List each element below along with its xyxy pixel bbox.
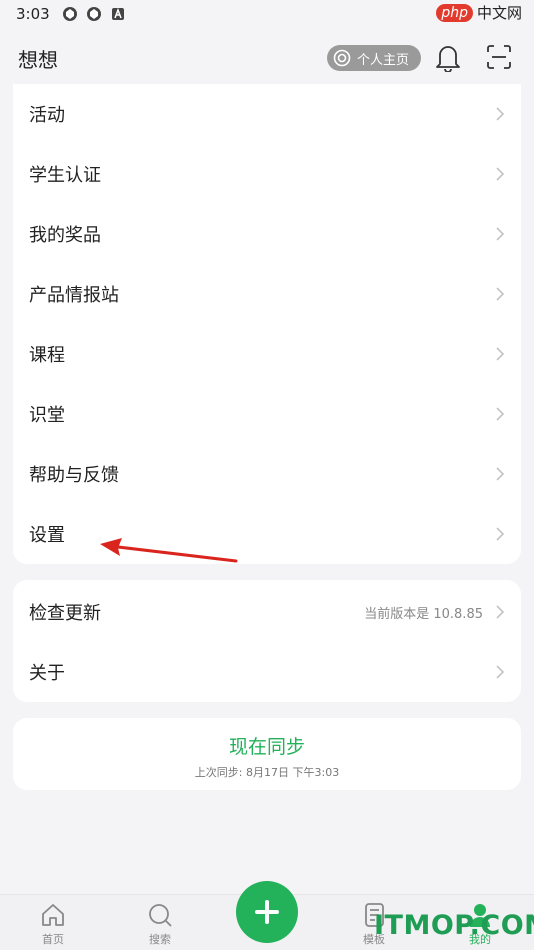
plus-icon [255, 900, 279, 924]
menu-item-student-verification[interactable]: 学生认证 [13, 144, 521, 204]
app-header: 想想 个人主页 [0, 28, 534, 88]
menu-item-check-update[interactable]: 检查更新 当前版本是 10.8.85 [13, 582, 521, 642]
chevron-right-icon [496, 107, 505, 121]
menu-item-my-prizes[interactable]: 我的奖品 [13, 204, 521, 264]
menu-item-about[interactable]: 关于 [13, 642, 521, 702]
menu-card-about: 检查更新 当前版本是 10.8.85 关于 [13, 580, 521, 702]
menu-item-label: 活动 [29, 105, 65, 126]
chevron-right-icon [496, 407, 505, 421]
menu-item-settings[interactable]: 设置 [13, 504, 521, 564]
app-notification-icon [86, 7, 101, 21]
menu-item-label: 我的奖品 [29, 225, 101, 246]
annotation-arrow-icon [100, 538, 238, 563]
tab-search[interactable]: 搜索 [130, 901, 190, 947]
menu-item-label: 检查更新 [29, 603, 101, 624]
chevron-right-icon [496, 665, 505, 679]
version-text: 当前版本是 10.8.85 [364, 606, 483, 622]
app-notification-icon [62, 7, 77, 21]
chevron-right-icon [496, 287, 505, 301]
menu-item-label: 学生认证 [29, 165, 101, 186]
last-sync-text: 上次同步: 8月17日 下午3:03 [194, 766, 340, 779]
menu-item-activity[interactable]: 活动 [13, 84, 521, 144]
menu-item-help-feedback[interactable]: 帮助与反馈 [13, 444, 521, 504]
add-button[interactable] [236, 881, 298, 943]
watermark-top: php 中文网 [436, 2, 522, 23]
chevron-right-icon [496, 467, 505, 481]
home-icon [42, 904, 64, 926]
watermark-cn: 中文网 [476, 4, 522, 22]
chevron-right-icon [496, 167, 505, 181]
profile-button-label: 个人主页 [357, 52, 410, 68]
tab-home[interactable]: 首页 [23, 901, 83, 947]
chevron-right-icon [496, 227, 505, 241]
watermark-php: php [436, 3, 473, 22]
menu-card-main: 活动 学生认证 我的奖品 产品情报站 课程 识堂 帮助与反馈 设置 [13, 84, 521, 564]
profile-icon [333, 49, 351, 67]
menu-item-label: 产品情报站 [29, 285, 119, 306]
bell-icon[interactable] [434, 42, 462, 72]
menu-item-label: 帮助与反馈 [29, 465, 119, 486]
a-letter-icon [111, 7, 124, 20]
menu-item-label: 关于 [29, 663, 65, 684]
chevron-right-icon [496, 605, 505, 619]
watermark-itmop: ITMOP.COM [374, 910, 534, 941]
menu-item-label: 识堂 [29, 405, 65, 426]
chevron-right-icon [496, 347, 505, 361]
menu-item-shitang[interactable]: 识堂 [13, 384, 521, 444]
search-icon [149, 904, 172, 927]
sync-now-button[interactable]: 现在同步 [13, 732, 521, 759]
tab-label: 首页 [42, 933, 64, 946]
status-time: 3:03 [16, 5, 50, 23]
tab-label: 搜索 [149, 933, 171, 946]
scan-icon[interactable] [486, 44, 512, 70]
status-bar: 3:03 php 中文网 [0, 0, 534, 28]
menu-item-courses[interactable]: 课程 [13, 324, 521, 384]
page-title: 想想 [18, 47, 58, 72]
chevron-right-icon [496, 527, 505, 541]
profile-button[interactable]: 个人主页 [327, 45, 422, 71]
sync-card[interactable]: 现在同步 上次同步: 8月17日 下午3:03 [13, 718, 521, 790]
menu-item-label: 课程 [29, 345, 65, 366]
menu-item-product-news[interactable]: 产品情报站 [13, 264, 521, 324]
menu-item-label: 设置 [29, 525, 65, 546]
